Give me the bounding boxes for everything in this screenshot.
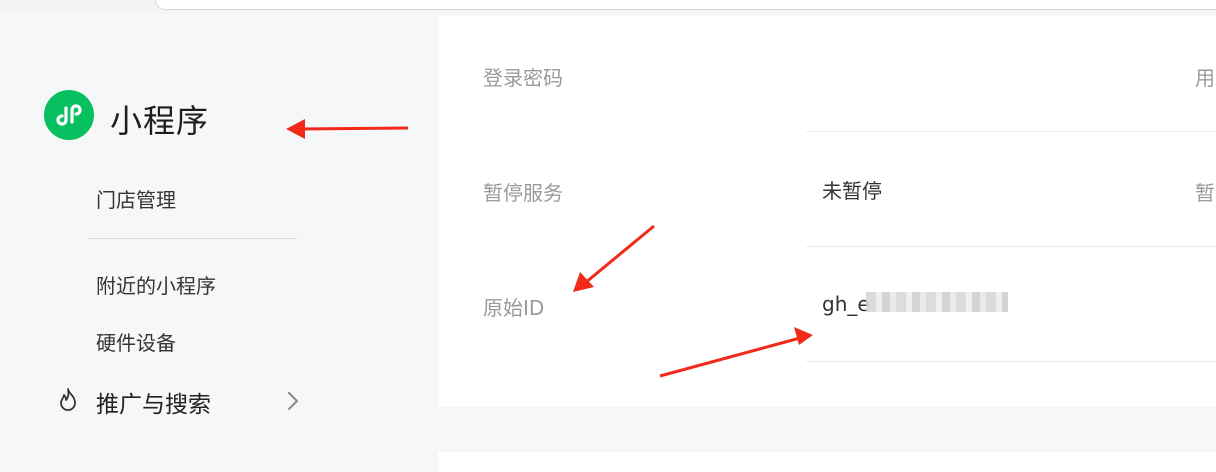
browser-top-bar	[0, 0, 1216, 14]
sidebar-brand-title: 小程序	[110, 102, 210, 140]
miniprogram-icon	[44, 90, 94, 140]
sidebar-item-label: 推广与搜索	[96, 392, 211, 418]
original-id-value: gh_e	[822, 292, 870, 316]
sidebar-item-nearby-miniprograms[interactable]: 附近的小程序	[96, 270, 216, 299]
original-id-label: 原始ID	[483, 296, 545, 320]
sidebar-item-hardware-devices[interactable]: 硬件设备	[96, 327, 176, 356]
row-divider	[806, 131, 1216, 132]
sidebar-item-promotion-search[interactable]: 推广与搜索	[56, 385, 316, 419]
chevron-right-icon	[288, 392, 298, 410]
suspend-service-value: 未暂停	[822, 179, 882, 203]
fire-icon	[60, 388, 76, 411]
address-bar[interactable]	[155, 0, 1216, 10]
login-password-right-text: 用	[1195, 66, 1215, 90]
row-divider	[806, 361, 1216, 362]
login-password-label: 登录密码	[483, 66, 563, 90]
suspend-service-label: 暂停服务	[483, 181, 563, 205]
row-divider	[806, 246, 1216, 247]
sidebar-divider	[88, 238, 297, 239]
original-id-redacted	[866, 292, 1008, 312]
suspend-service-right-text: 暂	[1195, 181, 1215, 205]
next-card	[438, 452, 1216, 472]
sidebar-item-store-management[interactable]: 门店管理	[96, 184, 176, 213]
